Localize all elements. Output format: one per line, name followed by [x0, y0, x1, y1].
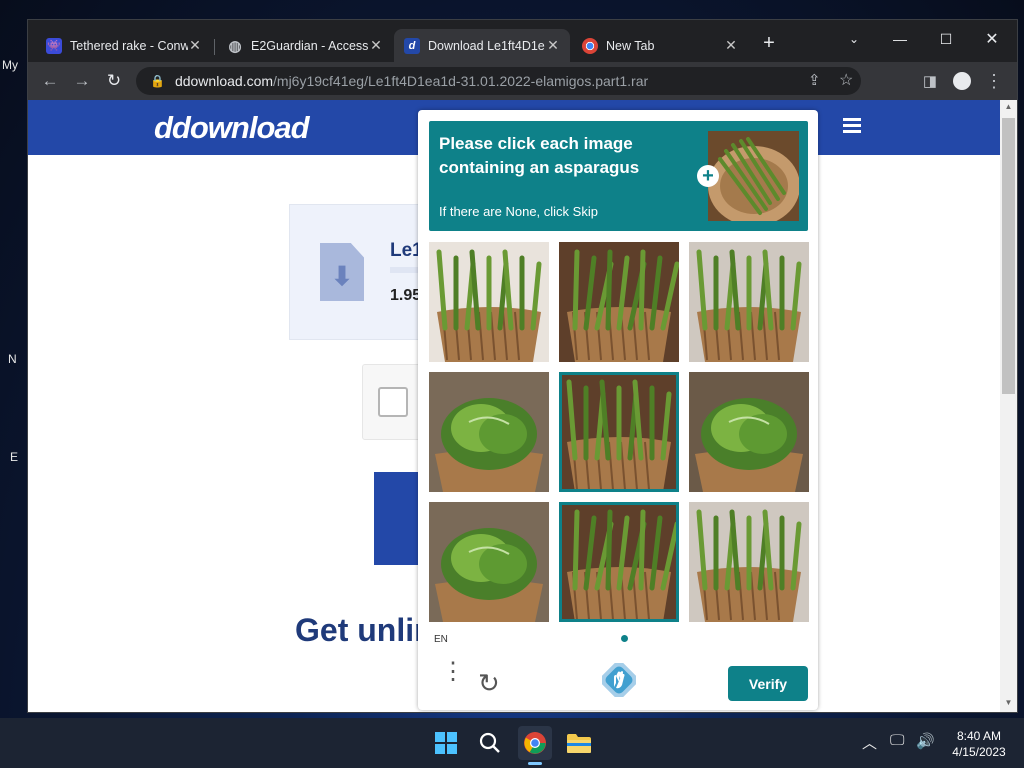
menu-icon[interactable]: ⋮: [982, 69, 1006, 93]
scrollbar-thumb[interactable]: [1002, 118, 1015, 394]
captcha-tile[interactable]: [689, 242, 809, 362]
download-arrow-icon: ⬇: [331, 261, 353, 291]
language-selector[interactable]: EN: [434, 634, 448, 645]
more-options-icon[interactable]: ⋮: [441, 660, 465, 684]
tab-tethered-rake[interactable]: 👾 Tethered rake - Conw ✕: [36, 29, 212, 62]
show-hidden-icons-icon[interactable]: ︿: [862, 732, 877, 753]
tab-title: Tethered rake - Conw: [70, 38, 188, 53]
example-image[interactable]: [708, 131, 799, 221]
tab-new-tab[interactable]: New Tab ✕: [572, 29, 748, 62]
captcha-checkbox[interactable]: [378, 387, 408, 417]
scroll-up-icon[interactable]: ▲: [1000, 102, 1017, 111]
search-icon[interactable]: [473, 726, 507, 760]
reload-icon[interactable]: ↻: [102, 69, 126, 93]
network-icon[interactable]: 🖵: [890, 732, 904, 749]
captcha-tile[interactable]: [689, 502, 809, 622]
captcha-tile[interactable]: [559, 372, 679, 492]
site-logo[interactable]: ddownload: [154, 110, 310, 146]
url-path: /mj6y19cf41eg/Le1ft4D1ea1d-31.01.2022-el…: [273, 73, 649, 89]
verify-button[interactable]: Verify: [728, 666, 808, 701]
expand-example-icon[interactable]: +: [697, 165, 719, 187]
tab-separator: [214, 39, 215, 55]
refresh-challenge-icon[interactable]: ↻: [478, 668, 500, 699]
tab-e2guardian[interactable]: ◍ E2Guardian - Access ✕: [217, 29, 393, 62]
active-app-indicator: [528, 762, 542, 765]
hamburger-menu-icon[interactable]: [843, 118, 861, 133]
asparagus-example-image: [708, 131, 799, 221]
desktop-icon-label[interactable]: My: [2, 58, 30, 72]
cabbage-image: [689, 372, 809, 492]
scrollbar[interactable]: ▲ ▼: [1000, 100, 1017, 712]
page-indicator-dot: [621, 635, 628, 642]
windows-start-icon[interactable]: [429, 726, 463, 760]
challenge-prompt: Please click each image containing an as…: [429, 121, 808, 231]
promo-heading: Get unlir: [295, 612, 427, 648]
forward-icon[interactable]: →: [70, 69, 94, 93]
hcaptcha-challenge: Please click each image containing an as…: [418, 110, 818, 710]
close-icon[interactable]: ✕: [724, 37, 738, 54]
tab-download[interactable]: d Download Le1ft4D1e ✕: [394, 29, 570, 62]
skip-hint: If there are None, click Skip: [439, 204, 598, 219]
back-icon[interactable]: ←: [38, 69, 62, 93]
taskbar: ︿ 🖵 🔊 8:40 AM 4/15/2023: [0, 718, 1024, 768]
captcha-tile[interactable]: [559, 242, 679, 362]
globe-icon: ◍: [228, 37, 242, 55]
page-viewport: ddownload ⬇ Le1 1.95 Get unlir ▲ ▼ Pleas…: [28, 100, 1017, 712]
captcha-tile[interactable]: [429, 242, 549, 362]
close-window-button[interactable]: ✕: [972, 24, 1012, 54]
cabbage-image: [429, 502, 549, 622]
asparagus-image: [689, 502, 809, 622]
captcha-tile[interactable]: [429, 502, 549, 622]
browser-window: 👾 Tethered rake - Conw ✕ ◍ E2Guardian - …: [28, 20, 1017, 712]
clock-date: 4/15/2023: [952, 745, 1006, 759]
volume-icon[interactable]: 🔊: [916, 732, 935, 750]
share-icon[interactable]: ⇪: [808, 71, 821, 89]
game-icon: 👾: [46, 37, 62, 54]
profile-icon[interactable]: [950, 69, 974, 93]
star-icon[interactable]: ☆: [839, 70, 853, 90]
address-bar[interactable]: 🔒 ddownload.com /mj6y19cf41eg/Le1ft4D1ea…: [136, 67, 861, 95]
maximize-button[interactable]: ☐: [926, 24, 966, 54]
new-tab-button[interactable]: +: [758, 32, 780, 54]
asparagus-image: [429, 242, 549, 362]
close-icon[interactable]: ✕: [546, 37, 560, 54]
asparagus-image: [559, 372, 679, 492]
tab-strip: 👾 Tethered rake - Conw ✕ ◍ E2Guardian - …: [28, 20, 1017, 62]
scroll-down-icon[interactable]: ▼: [1000, 698, 1017, 707]
minimize-button[interactable]: —: [880, 24, 920, 54]
system-clock[interactable]: 8:40 AM 4/15/2023: [942, 728, 1016, 760]
asparagus-image: [689, 242, 809, 362]
tab-title: Download Le1ft4D1e: [428, 38, 545, 53]
chrome-icon: [582, 37, 598, 54]
d-logo-icon: d: [404, 37, 420, 54]
url-host: ddownload.com: [174, 73, 274, 89]
file-info-card: ⬇ Le1 1.95: [289, 204, 430, 340]
close-icon[interactable]: ✕: [369, 37, 383, 54]
lock-icon: 🔒: [150, 74, 165, 88]
tab-search-icon[interactable]: ⌄: [834, 24, 874, 54]
captcha-tile[interactable]: [689, 372, 809, 492]
close-icon[interactable]: ✕: [188, 37, 202, 54]
tab-title: New Tab: [606, 38, 655, 53]
file-size: 1.95: [390, 287, 422, 304]
chrome-icon[interactable]: [518, 726, 552, 760]
captcha-tile[interactable]: [429, 372, 549, 492]
prompt-text: Please click each image containing an as…: [439, 134, 640, 177]
cabbage-image: [429, 372, 549, 492]
file-explorer-icon[interactable]: [562, 726, 596, 760]
clock-time: 8:40 AM: [956, 729, 1002, 743]
tab-title: E2Guardian - Access: [251, 38, 369, 53]
side-panel-icon[interactable]: ◨: [918, 69, 942, 93]
asparagus-image: [559, 502, 679, 622]
asparagus-image: [559, 242, 679, 362]
hcaptcha-logo-icon[interactable]: [600, 661, 638, 699]
browser-toolbar: ← → ↻ 🔒 ddownload.com /mj6y19cf41eg/Le1f…: [28, 62, 1017, 100]
captcha-tile[interactable]: [559, 502, 679, 622]
